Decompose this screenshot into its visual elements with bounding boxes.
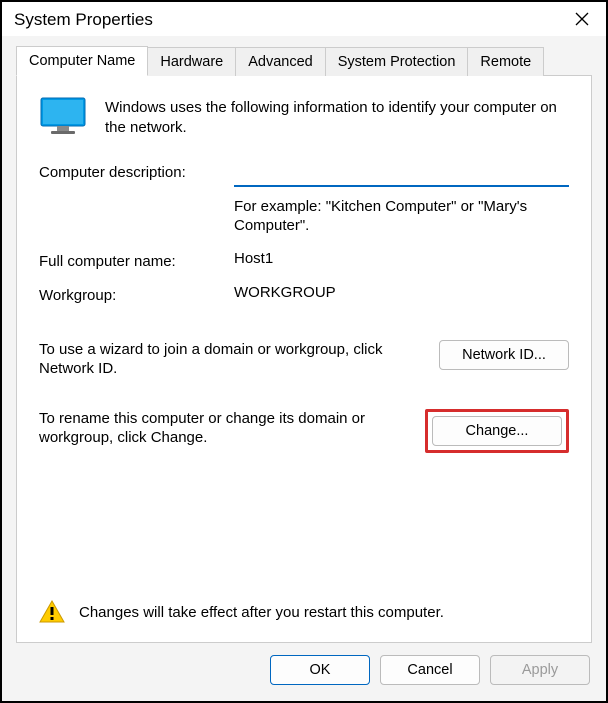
monitor-icon	[39, 96, 87, 136]
description-row: Computer description: For example: "Kitc…	[39, 161, 569, 236]
tab-advanced[interactable]: Advanced	[235, 47, 326, 76]
content-area: Computer Name Hardware Advanced System P…	[2, 36, 606, 701]
close-icon	[574, 11, 590, 27]
description-label: Computer description:	[39, 161, 234, 181]
full-name-label: Full computer name:	[39, 250, 234, 270]
network-id-row: To use a wizard to join a domain or work…	[39, 340, 569, 379]
tab-strip: Computer Name Hardware Advanced System P…	[16, 46, 592, 76]
titlebar: System Properties	[2, 2, 606, 36]
description-input[interactable]	[234, 161, 569, 187]
close-button[interactable]	[570, 11, 594, 30]
dialog-buttons: OK Cancel Apply	[16, 643, 592, 687]
cancel-button[interactable]: Cancel	[380, 655, 480, 685]
system-properties-window: System Properties Computer Name Hardware…	[0, 0, 608, 703]
intro-row: Windows uses the following information t…	[39, 96, 569, 139]
apply-button[interactable]: Apply	[490, 655, 590, 685]
workgroup-label: Workgroup:	[39, 284, 234, 304]
ok-button[interactable]: OK	[270, 655, 370, 685]
warning-row: Changes will take effect after you resta…	[39, 600, 569, 624]
full-name-value: Host1	[234, 250, 569, 267]
workgroup-row: Workgroup: WORKGROUP	[39, 284, 569, 304]
warning-icon	[39, 600, 65, 624]
workgroup-value: WORKGROUP	[234, 284, 569, 301]
description-example: For example: "Kitchen Computer" or "Mary…	[234, 197, 569, 236]
tab-system-protection[interactable]: System Protection	[325, 47, 469, 76]
change-text: To rename this computer or change its do…	[39, 409, 405, 448]
tab-computer-name[interactable]: Computer Name	[16, 46, 148, 76]
network-id-button[interactable]: Network ID...	[439, 340, 569, 370]
change-button[interactable]: Change...	[432, 416, 562, 446]
full-name-row: Full computer name: Host1	[39, 250, 569, 270]
tab-hardware[interactable]: Hardware	[147, 47, 236, 76]
tab-remote[interactable]: Remote	[467, 47, 544, 76]
change-row: To rename this computer or change its do…	[39, 409, 569, 453]
change-highlight: Change...	[425, 409, 569, 453]
network-id-text: To use a wizard to join a domain or work…	[39, 340, 419, 379]
warning-text: Changes will take effect after you resta…	[79, 604, 444, 621]
intro-text: Windows uses the following information t…	[105, 96, 569, 139]
tab-panel: Windows uses the following information t…	[16, 75, 592, 643]
window-title: System Properties	[14, 10, 153, 30]
